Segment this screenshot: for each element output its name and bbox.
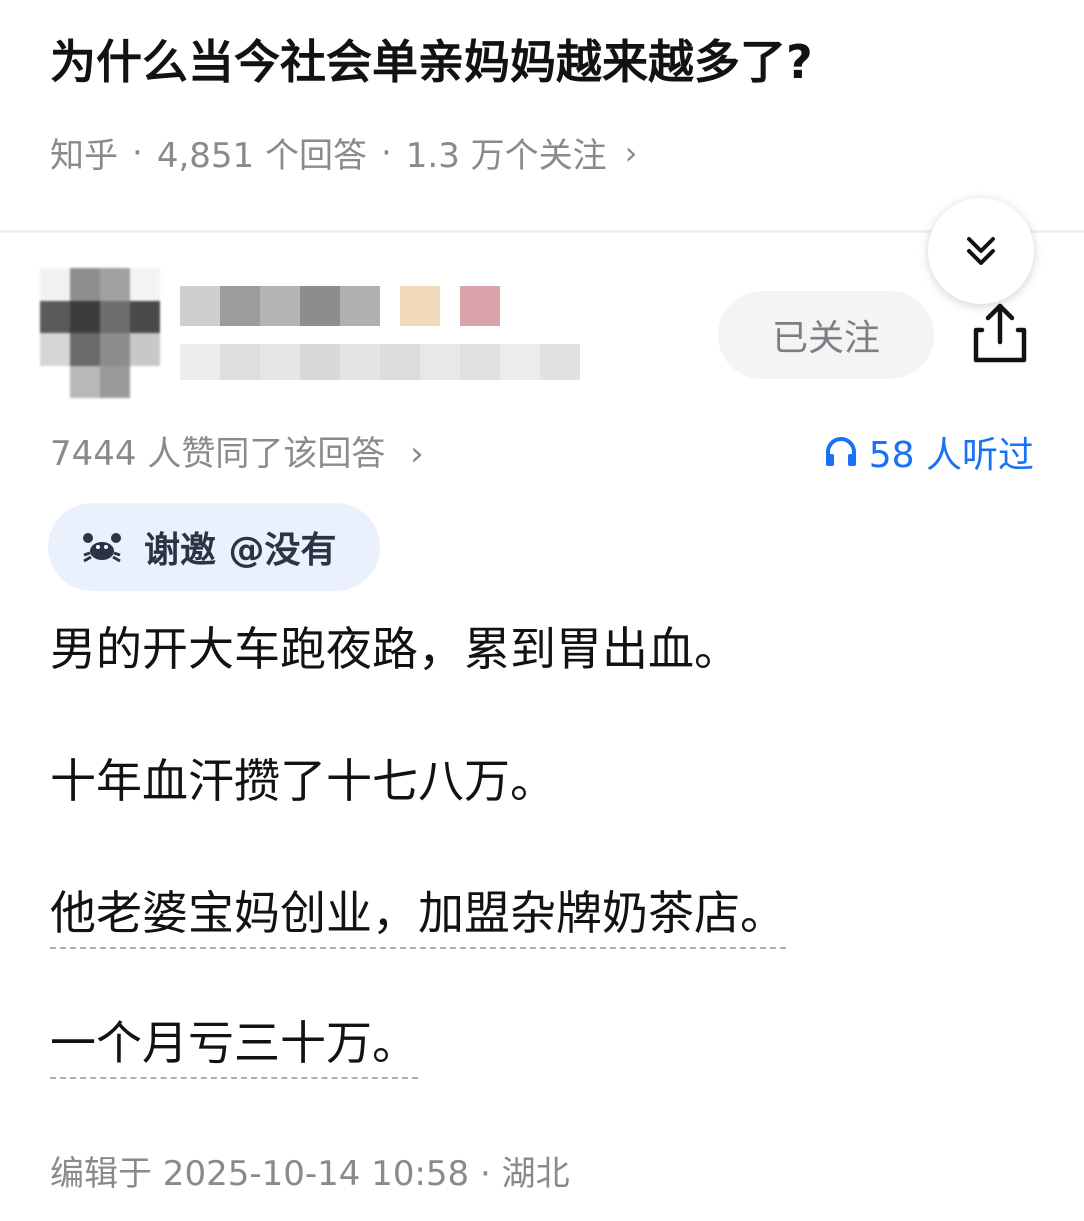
answer-paragraph-linked[interactable]: 一个月亏三十万。 xyxy=(50,1016,418,1080)
headphones-icon xyxy=(825,437,856,466)
upvote-count[interactable]: 7444 人赞同了该回答 › xyxy=(50,426,424,475)
author-bio xyxy=(180,344,580,380)
answer-paragraph: 男的开大车跑夜路，累到胃出血。 xyxy=(50,622,740,676)
edited-timestamp: 编辑于 2025-10-14 10:58 · 湖北 xyxy=(50,1154,570,1194)
question-title[interactable]: 为什么当今社会单亲妈妈越来越多了? xyxy=(50,34,1040,92)
author-name[interactable] xyxy=(180,286,500,326)
listen-count: 58 人听过 xyxy=(868,435,1034,476)
answer-page: 为什么当今社会单亲妈妈越来越多了? 知乎 · 4,851 个回答 · 1.3 万… xyxy=(0,0,1084,1221)
answer-count: 4,851 个回答 xyxy=(156,136,367,176)
meta-dot: · xyxy=(132,132,143,173)
collapse-button[interactable] xyxy=(928,198,1034,304)
double-chevron-down-icon xyxy=(967,237,995,265)
share-icon[interactable] xyxy=(968,298,1032,368)
meta-dot: · xyxy=(380,132,392,173)
invite-chip[interactable]: 谢邀 @没有 xyxy=(48,503,380,591)
chevron-right-icon: › xyxy=(624,133,638,172)
upvote-text: 7444 人赞同了该回答 xyxy=(50,434,386,474)
chevron-right-icon: › xyxy=(410,434,424,474)
invite-label: 谢邀 @没有 xyxy=(144,530,337,571)
listen-button[interactable]: 58 人听过 xyxy=(823,426,1034,478)
follow-button[interactable]: 已关注 xyxy=(718,291,934,379)
divider xyxy=(0,230,1084,233)
answer-paragraph-linked[interactable]: 他老婆宝妈创业，加盟杂牌奶茶店。 xyxy=(50,886,786,950)
answer-paragraph: 十年血汗攒了十七八万。 xyxy=(50,754,556,808)
avatar[interactable] xyxy=(40,268,160,398)
question-meta[interactable]: 知乎 · 4,851 个回答 · 1.3 万个关注 › xyxy=(50,128,637,177)
follower-count: 1.3 万个关注 xyxy=(405,136,607,176)
source-label: 知乎 xyxy=(50,136,118,176)
crab-icon xyxy=(83,533,121,563)
